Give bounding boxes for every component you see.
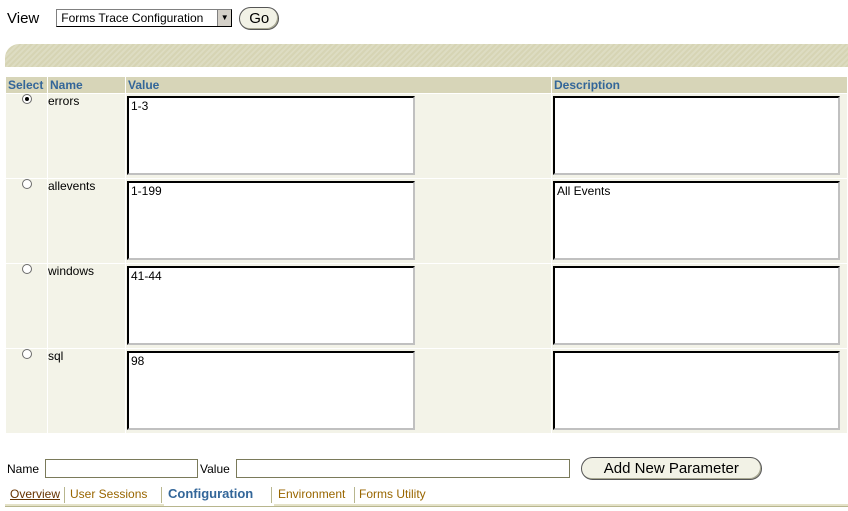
table-header-row: Select Name Value Description: [5, 76, 848, 94]
view-select[interactable]: Forms Trace Configuration ▼: [56, 9, 233, 27]
table-row: errors 1-3: [5, 93, 848, 179]
description-cell: [551, 93, 848, 179]
new-value-input[interactable]: [235, 459, 570, 478]
add-new-parameter-button[interactable]: Add New Parameter: [580, 457, 762, 480]
description-textarea[interactable]: [553, 351, 840, 430]
value-textarea[interactable]: 98: [127, 351, 415, 430]
section-header-bar: [5, 44, 848, 67]
tab-configuration[interactable]: Configuration: [168, 486, 253, 501]
row-radio-windows[interactable]: [21, 264, 32, 274]
row-radio-sql[interactable]: [21, 349, 32, 359]
value-cell: 1-199: [125, 178, 552, 264]
value-cell: 41-44: [125, 263, 552, 349]
value-cell: 1-3: [125, 93, 552, 179]
header-select: Select: [5, 76, 48, 94]
tab-underline: [5, 504, 164, 506]
description-textarea[interactable]: All Events: [553, 181, 840, 260]
select-cell: [5, 93, 48, 179]
tab-overview[interactable]: Overview: [10, 487, 60, 501]
view-row: View Forms Trace Configuration ▼ Go: [7, 6, 280, 30]
go-button[interactable]: Go: [239, 6, 280, 30]
new-value-label: Value: [200, 461, 230, 476]
tab-environment[interactable]: Environment: [278, 487, 345, 501]
tab-forms-utility[interactable]: Forms Utility: [359, 487, 426, 501]
description-textarea[interactable]: [553, 96, 840, 175]
header-name: Name: [47, 76, 126, 94]
tab-divider: [354, 487, 355, 503]
table-row: sql 98: [5, 348, 848, 434]
description-textarea[interactable]: [553, 266, 840, 345]
header-description: Description: [551, 76, 848, 94]
tab-user-sessions[interactable]: User Sessions: [70, 487, 147, 501]
select-cell: [5, 263, 48, 349]
chevron-down-icon[interactable]: ▼: [217, 10, 232, 26]
parameters-table: Select Name Value Description errors 1-3…: [5, 76, 848, 434]
value-textarea[interactable]: 41-44: [127, 266, 415, 345]
description-cell: All Events: [551, 178, 848, 264]
description-cell: [551, 348, 848, 434]
row-radio-errors[interactable]: [21, 94, 32, 104]
select-cell: [5, 178, 48, 264]
row-name: sql: [48, 349, 64, 363]
name-cell: allevents: [47, 178, 126, 264]
row-name: allevents: [48, 179, 96, 193]
select-cell: [5, 348, 48, 434]
new-name-label: Name: [7, 461, 40, 476]
row-name: windows: [48, 264, 95, 278]
name-cell: errors: [47, 93, 126, 179]
value-textarea[interactable]: 1-3: [127, 96, 415, 175]
view-label: View: [7, 9, 40, 27]
header-value: Value: [125, 76, 552, 94]
description-cell: [551, 263, 848, 349]
tab-divider: [64, 487, 65, 503]
row-radio-allevents[interactable]: [21, 179, 32, 189]
tab-divider: [161, 487, 162, 503]
tab-divider: [271, 487, 272, 503]
name-cell: sql: [47, 348, 126, 434]
value-cell: 98: [125, 348, 552, 434]
new-name-input[interactable]: [45, 459, 199, 478]
value-textarea[interactable]: 1-199: [127, 181, 415, 260]
table-row: windows 41-44: [5, 263, 848, 349]
add-parameter-row: Name Value Add New Parameter: [7, 457, 762, 480]
row-name: errors: [48, 94, 80, 108]
name-cell: windows: [47, 263, 126, 349]
view-select-value: Forms Trace Configuration: [61, 11, 204, 25]
tab-bar: Overview User Sessions Configuration Env…: [5, 483, 848, 507]
table-row: allevents 1-199 All Events: [5, 178, 848, 264]
tab-underline: [274, 504, 848, 506]
